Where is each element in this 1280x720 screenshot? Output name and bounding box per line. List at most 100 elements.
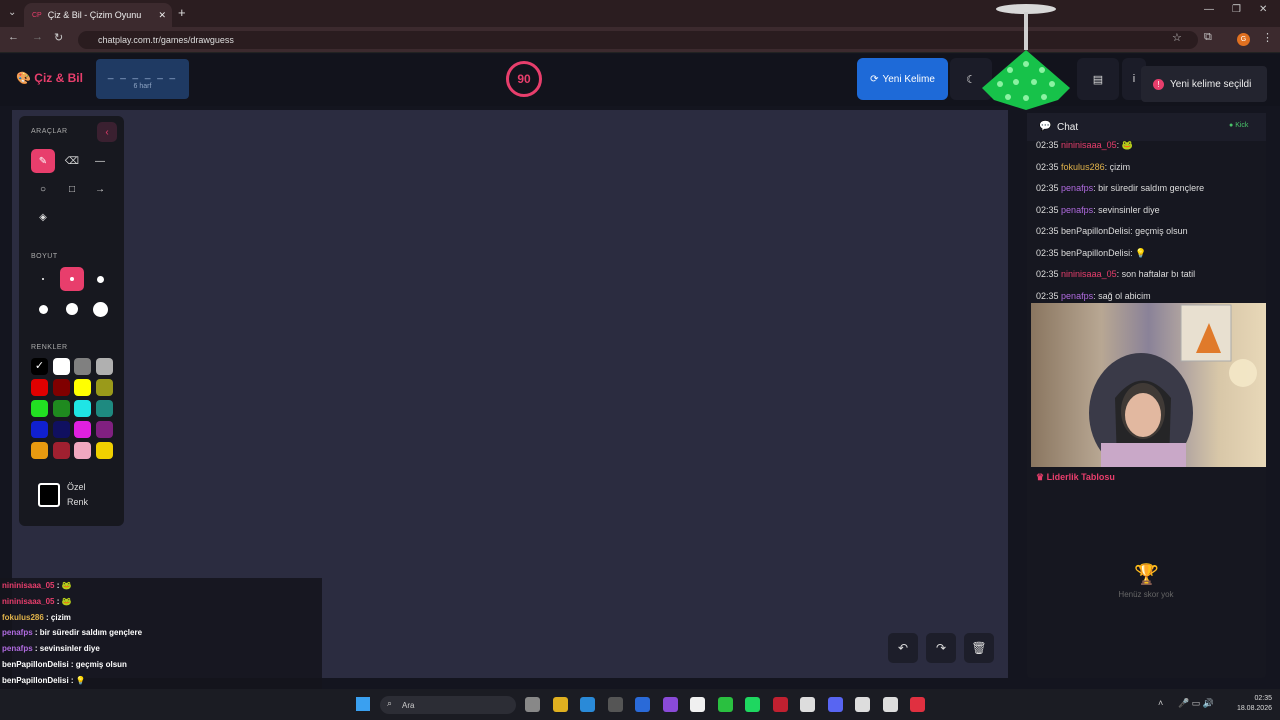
color-swatch[interactable] [74, 358, 91, 375]
maximize-icon[interactable]: ❐ [1232, 4, 1241, 15]
line-tool[interactable]: — [88, 149, 112, 173]
collapse-panel-button[interactable]: ‹ [97, 122, 117, 142]
size-1[interactable] [31, 267, 55, 291]
bookmark-icon[interactable]: ☆ [1172, 31, 1182, 44]
minimize-icon[interactable]: — [1204, 4, 1214, 15]
taskbar-app-icon[interactable] [882, 697, 898, 712]
clear-canvas-button[interactable]: 🗑 [964, 633, 994, 663]
tray-icons[interactable]: 🎤 ▭ 🔊 [1178, 698, 1214, 709]
chat-text: : geçmiş olsun [1130, 226, 1188, 236]
leaderboard-empty: Henüz skor yok [1118, 590, 1174, 599]
extensions-icon[interactable]: ⧉ [1204, 31, 1212, 44]
taskbar-app-icon[interactable] [910, 697, 925, 712]
color-swatch[interactable] [74, 421, 91, 438]
info-icon: i [1132, 73, 1136, 85]
back-icon[interactable]: ← [8, 31, 19, 43]
color-swatch[interactable] [52, 421, 70, 438]
color-swatch[interactable] [95, 379, 113, 396]
new-word-button[interactable]: ⟳ Yeni Kelime [857, 58, 948, 100]
circle-tool[interactable]: ○ [31, 177, 55, 201]
custom-color-swatch[interactable] [38, 483, 60, 507]
tab-title: Çiz & Bil - Çizim Oyunu [47, 10, 142, 20]
chat-time: 02:35 [1036, 290, 1059, 301]
taskbar-app-icon[interactable] [772, 697, 788, 712]
overlay-chat-text: : 🐸 [54, 596, 72, 606]
pen-tool[interactable]: ✎ [31, 149, 55, 173]
color-swatch[interactable]: ✓ [31, 358, 48, 375]
tools-title: ARAÇLAR [31, 128, 68, 135]
tray-chevron-icon[interactable]: ˄ [1158, 698, 1163, 708]
favicon-icon: CP [32, 11, 42, 19]
taskbar-app-icon[interactable] [690, 697, 705, 712]
close-tab-icon[interactable]: ✕ [158, 10, 166, 21]
redo-button[interactable]: ↷ [926, 633, 956, 663]
clock[interactable]: 02:35 18.08.2026 [1232, 694, 1272, 714]
overlay-chat-text: : çizim [43, 612, 71, 622]
chat-text: : 🐸 [1116, 140, 1133, 150]
tab-list-icon[interactable]: ⌄ [8, 7, 16, 18]
taskbar-app-icon[interactable] [800, 697, 815, 712]
overlay-chat-user: benPapillonDelisi [2, 675, 69, 685]
forward-icon[interactable]: → [32, 31, 43, 43]
line-icon: — [95, 155, 105, 167]
color-swatch[interactable] [74, 400, 91, 417]
overlay-chat-user: benPapillonDelisi [2, 660, 69, 669]
color-swatch[interactable] [95, 442, 113, 459]
color-swatch[interactable] [31, 421, 48, 438]
taskbar-app-icon[interactable] [717, 697, 733, 712]
taskbar-app-icon[interactable] [552, 697, 568, 712]
overlay-chat-user: fokulus286 [2, 612, 44, 622]
archive-button[interactable]: ▤ [1077, 58, 1119, 100]
fill-tool[interactable]: ◈ [31, 205, 55, 229]
size-4[interactable] [31, 297, 55, 321]
chat-message: 02:35 fokulus286: çizim [1036, 162, 1130, 172]
color-swatch[interactable] [52, 358, 70, 375]
word-hint: 6 harf [133, 83, 152, 90]
chat-message: 02:35 nininisaaa_05: 🐸 [1036, 140, 1133, 151]
color-swatch[interactable] [95, 421, 113, 438]
taskbar-app-icon[interactable] [745, 697, 760, 712]
size-6[interactable] [88, 297, 112, 321]
taskbar-app-icon[interactable] [525, 697, 540, 712]
color-swatch[interactable] [31, 442, 48, 459]
undo-button[interactable]: ↶ [888, 633, 918, 663]
size-5[interactable] [60, 297, 84, 321]
arrow-icon: → [95, 183, 105, 195]
taskbar-app-icon[interactable] [607, 697, 623, 712]
color-swatch[interactable] [95, 358, 113, 375]
taskbar-app-icon[interactable] [662, 697, 678, 712]
color-swatch[interactable] [52, 379, 70, 396]
chat-text: : sevinsinler diye [1093, 204, 1160, 215]
size-2[interactable] [60, 267, 84, 291]
overlay-chat-line: penafps : bir süredir saldım gençlere [2, 628, 142, 637]
size-3[interactable] [88, 267, 112, 291]
eraser-tool[interactable]: ⌫ [60, 149, 84, 173]
taskbar-app-icon[interactable] [580, 697, 595, 712]
chat-message: 02:35 penafps: bir süredir saldım gençle… [1036, 183, 1204, 193]
browser-tab[interactable]: CP Çiz & Bil - Çizim Oyunu ✕ [24, 3, 172, 27]
overlay-chat-line: nininisaaa_05 : 🐸 [2, 581, 72, 590]
url-text: chatplay.com.tr/games/drawguess [98, 35, 234, 45]
close-window-icon[interactable]: ✕ [1259, 4, 1267, 15]
rectangle-tool[interactable]: □ [60, 177, 84, 201]
profile-avatar[interactable]: G [1237, 33, 1250, 46]
reload-icon[interactable]: ↻ [54, 31, 63, 44]
color-swatch[interactable] [74, 379, 91, 396]
taskbar-app-icon[interactable] [635, 697, 650, 712]
arrow-tool[interactable]: → [88, 177, 112, 201]
color-swatch[interactable] [31, 379, 48, 396]
color-swatch[interactable] [95, 400, 113, 417]
color-swatch[interactable] [74, 442, 91, 459]
menu-icon[interactable]: ⋮ [1262, 31, 1273, 44]
custom-color-label[interactable]: Özel Renk [67, 480, 88, 510]
taskbar-app-icon[interactable] [827, 697, 843, 712]
color-swatch[interactable] [52, 400, 70, 417]
taskbar-search[interactable]: Ara [380, 696, 516, 714]
new-tab-icon[interactable]: + [178, 5, 186, 20]
chat-message: 02:35 benPapillonDelisi: geçmiş olsun [1036, 226, 1188, 236]
taskbar-app-icon[interactable] [855, 697, 870, 712]
chat-message: 02:35 nininisaaa_05: son haftalar bı tat… [1036, 269, 1195, 279]
color-swatch[interactable] [52, 442, 70, 459]
windows-start-icon[interactable] [356, 697, 370, 711]
color-swatch[interactable] [31, 400, 48, 417]
